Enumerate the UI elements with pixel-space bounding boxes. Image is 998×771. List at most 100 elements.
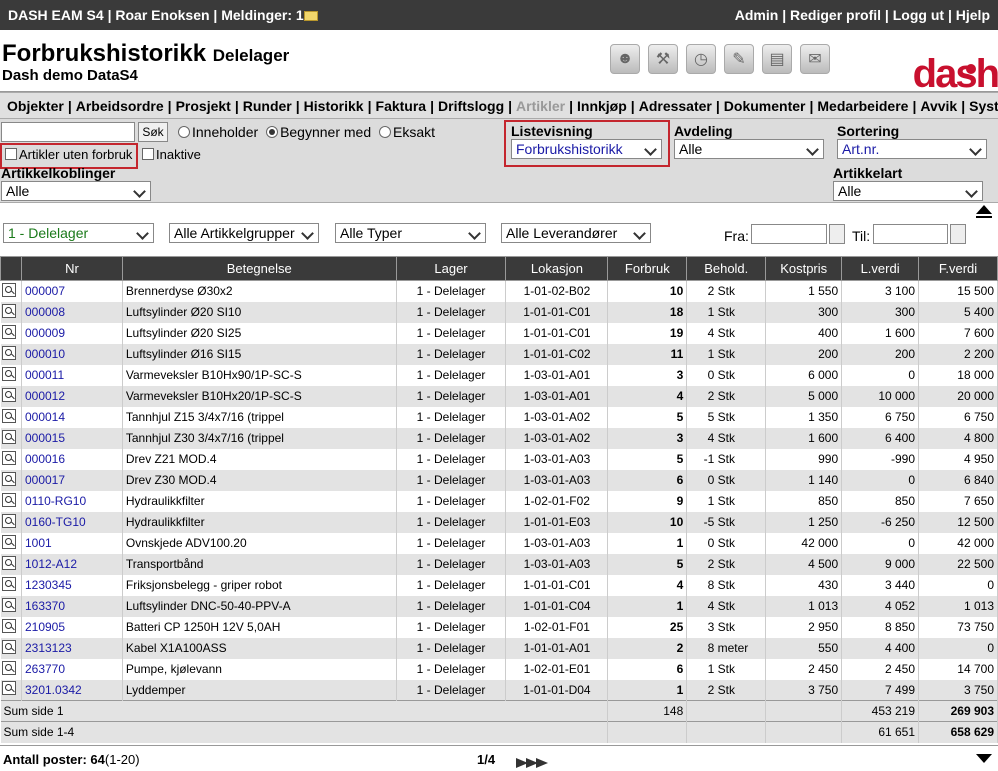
view-icon[interactable]	[0, 469, 22, 491]
view-icon[interactable]	[0, 385, 22, 407]
artikkelkoblinger-select[interactable]: Alle	[1, 181, 151, 201]
tools-icon[interactable]: ⚒	[648, 44, 678, 74]
lager-select[interactable]: 1 - Delelager	[3, 223, 154, 243]
view-icon[interactable]	[0, 427, 22, 449]
view-icon[interactable]	[0, 553, 22, 575]
cell-nr[interactable]: 1230345	[21, 574, 123, 596]
til-date-input[interactable]	[873, 224, 948, 244]
table-row[interactable]: 000008 Luftsylinder Ø20 SI10 1 - Delelager…	[0, 301, 998, 323]
cell-nr[interactable]: 000007	[21, 280, 123, 302]
chk-no-usage-box[interactable]	[5, 148, 17, 160]
radio-contains[interactable]: Inneholder	[178, 124, 258, 140]
menu-item-runder[interactable]: Runder	[243, 98, 292, 114]
cell-nr[interactable]: 000012	[21, 385, 123, 407]
radio-begins[interactable]: Begynner med	[266, 124, 371, 140]
col-fverdi[interactable]: F.verdi	[918, 256, 998, 281]
listevisning-select[interactable]: Forbrukshistorikk	[511, 139, 662, 159]
col-behold[interactable]: Behold.	[686, 256, 767, 281]
avdeling-select[interactable]: Alle	[674, 139, 824, 159]
view-icon[interactable]	[0, 658, 22, 680]
radio-exact[interactable]: Eksakt	[379, 124, 435, 140]
table-row[interactable]: 3201.0342 Lyddemper 1 - Delelager 1-01-01-D…	[0, 679, 998, 701]
search-input[interactable]	[1, 122, 135, 142]
documents-icon[interactable]: ▤	[762, 44, 792, 74]
col-kostpris[interactable]: Kostpris	[765, 256, 843, 281]
collapse-up-icon[interactable]	[976, 205, 992, 218]
logout-link[interactable]: Logg ut	[893, 7, 944, 23]
col-lokasjon[interactable]: Lokasjon	[505, 256, 609, 281]
view-icon[interactable]	[0, 343, 22, 365]
mail-out-icon[interactable]: ✉	[800, 44, 830, 74]
menu-item-faktura[interactable]: Faktura	[376, 98, 427, 114]
typer-select[interactable]: Alle Typer	[335, 223, 486, 243]
cell-nr[interactable]: 2313123	[21, 637, 123, 659]
col-betegnelse[interactable]: Betegnelse	[121, 256, 397, 281]
view-icon[interactable]	[0, 679, 22, 701]
menu-item-prosjekt[interactable]: Prosjekt	[176, 98, 231, 114]
table-row[interactable]: 000009 Luftsylinder Ø20 SI25 1 - Delelager…	[0, 322, 998, 344]
calendar-icon[interactable]	[829, 224, 845, 244]
admin-link[interactable]: Admin	[735, 7, 779, 23]
view-icon[interactable]	[0, 511, 22, 533]
sortering-select[interactable]: Art.nr.	[837, 139, 987, 159]
menu-item-system[interactable]: System	[969, 98, 998, 114]
cell-nr[interactable]: 000009	[21, 322, 123, 344]
menu-item-avvik[interactable]: Avvik	[920, 98, 957, 114]
cell-nr[interactable]: 1012-A12	[21, 553, 123, 575]
table-row[interactable]: 163370 Luftsylinder DNC-50-40-PPV-A 1 - De…	[0, 595, 998, 617]
cell-nr[interactable]: 000010	[21, 343, 123, 365]
chk-inactive-box[interactable]	[142, 148, 154, 160]
menu-item-dokumenter[interactable]: Dokumenter	[724, 98, 806, 114]
menu-item-driftslogg[interactable]: Driftslogg	[438, 98, 504, 114]
view-icon[interactable]	[0, 280, 22, 302]
table-row[interactable]: 1012-A12 Transportbånd 1 - Delelager 1-03-0…	[0, 553, 998, 575]
table-row[interactable]: 000007 Brennerdyse Ø30x2 1 - Delelager 1-01…	[0, 280, 998, 302]
messages-link[interactable]: Meldinger: 1	[221, 7, 303, 23]
table-row[interactable]: 2313123 Kabel X1A100ASS 1 - Delelager 1-01-…	[0, 637, 998, 659]
radio-exact-circle[interactable]	[379, 126, 392, 138]
chk-no-usage[interactable]: Artikler uten forbruk	[5, 147, 132, 162]
table-row[interactable]: 000012 Varmeveksler B10Hx20/1P-SC-S 1 - De…	[0, 385, 998, 407]
next-page-icon[interactable]	[516, 756, 548, 771]
users-icon[interactable]: ☻	[610, 44, 640, 74]
col-forbruk[interactable]: Forbruk	[607, 256, 688, 281]
calendar-icon[interactable]	[950, 224, 966, 244]
col-lverdi[interactable]: L.verdi	[841, 256, 920, 281]
help-link[interactable]: Hjelp	[956, 7, 990, 23]
col-lager[interactable]: Lager	[395, 256, 507, 281]
view-icon[interactable]	[0, 322, 22, 344]
view-icon[interactable]	[0, 406, 22, 428]
view-icon[interactable]	[0, 574, 22, 596]
cell-nr[interactable]: 1001	[21, 532, 123, 554]
table-row[interactable]: 210905 Batteri CP 1250H 12V 5,0AH 1 - Dele…	[0, 616, 998, 638]
cell-nr[interactable]: 0160-TG10	[21, 511, 123, 533]
table-row[interactable]: 000017 Drev Z30 MOD.4 1 - Delelager 1-03-01…	[0, 469, 998, 491]
table-row[interactable]: 1001 Ovnskjede ADV100.20 1 - Delelager 1-03…	[0, 532, 998, 554]
cell-nr[interactable]: 263770	[21, 658, 123, 680]
table-row[interactable]: 0160-TG10 Hydraulikkfilter 1 - Delelager 1-…	[0, 511, 998, 533]
menu-item-artikler[interactable]: Artikler	[516, 98, 565, 114]
cell-nr[interactable]: 000015	[21, 427, 123, 449]
cell-nr[interactable]: 000016	[21, 448, 123, 470]
table-row[interactable]: 000014 Tannhjul Z15 3/4x7/16 (trippel 1 - …	[0, 406, 998, 428]
menu-item-adressater[interactable]: Adressater	[639, 98, 712, 114]
menu-item-innkjøp[interactable]: Innkjøp	[577, 98, 627, 114]
view-icon[interactable]	[0, 490, 22, 512]
expand-down-icon[interactable]	[976, 754, 992, 763]
view-icon[interactable]	[0, 595, 22, 617]
table-row[interactable]: 263770 Pumpe, kjølevann 1 - Delelager 1-02-…	[0, 658, 998, 680]
fra-date-input[interactable]	[751, 224, 827, 244]
menu-item-objekter[interactable]: Objekter	[7, 98, 64, 114]
cell-nr[interactable]: 163370	[21, 595, 123, 617]
table-row[interactable]: 000015 Tannhjul Z30 3/4x7/16 (trippel 1 - …	[0, 427, 998, 449]
artikkelgrupper-select[interactable]: Alle Artikkelgrupper	[169, 223, 319, 243]
col-nr[interactable]: Nr	[20, 256, 123, 281]
view-icon[interactable]	[0, 364, 22, 386]
cell-nr[interactable]: 210905	[21, 616, 123, 638]
artikkelart-select[interactable]: Alle	[833, 181, 983, 201]
schedule-icon[interactable]: ◷	[686, 44, 716, 74]
cell-nr[interactable]: 000014	[21, 406, 123, 428]
view-icon[interactable]	[0, 448, 22, 470]
view-icon[interactable]	[0, 616, 22, 638]
menu-item-arbeidsordre[interactable]: Arbeidsordre	[76, 98, 164, 114]
